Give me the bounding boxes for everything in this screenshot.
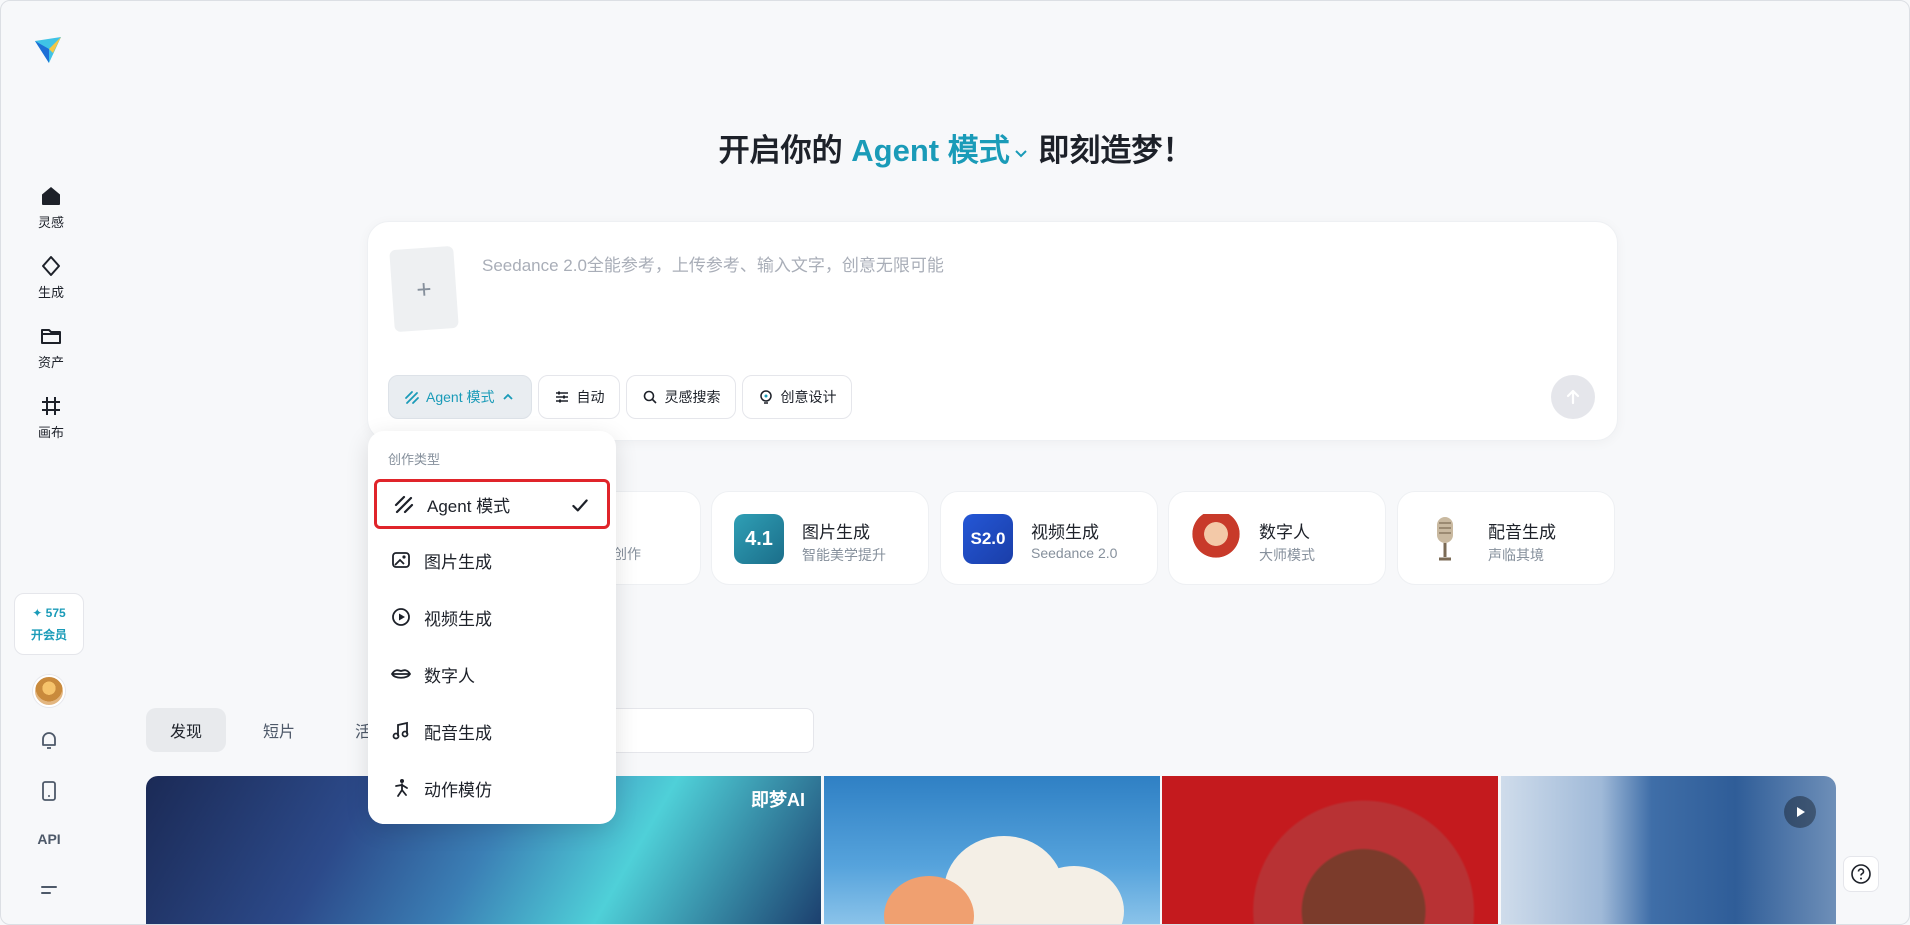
- feature-title: 视频生成: [1031, 523, 1099, 542]
- gallery-card[interactable]: [824, 776, 1160, 924]
- image-gen-icon: [392, 552, 410, 568]
- prompt-input[interactable]: [482, 246, 1582, 286]
- digital-human-thumb: [1191, 514, 1241, 564]
- mobile-icon[interactable]: [37, 779, 61, 803]
- diamond-icon: [42, 255, 60, 276]
- microphone-icon: [1437, 517, 1453, 561]
- tab-shorts[interactable]: 短片: [239, 708, 319, 752]
- dropdown-item-label: Agent 模式: [427, 496, 511, 516]
- microphone-thumb: [1420, 514, 1470, 564]
- feature-title: 数字人: [1259, 523, 1310, 542]
- feature-card-video-gen[interactable]: S2.0 视频生成 Seedance 2.0: [940, 491, 1158, 585]
- lips-icon: [391, 669, 411, 679]
- plus-icon: +: [415, 273, 433, 304]
- dropdown-item-label: 配音生成: [424, 723, 492, 743]
- search-spark-icon: [644, 390, 658, 404]
- app-logo-icon[interactable]: [31, 33, 67, 69]
- feature-title: 配音生成: [1488, 523, 1556, 542]
- feature-card-sub: 创作: [613, 546, 641, 562]
- video-gen-thumb: S2.0: [963, 514, 1013, 564]
- image-gen-thumb: 4.1: [734, 514, 784, 564]
- api-link[interactable]: API: [33, 831, 65, 847]
- sidebar-item-label: 灵感: [37, 214, 64, 230]
- inspiration-search-label: 灵感搜索: [664, 389, 721, 405]
- app-window: 灵感 生成 资产 画布 ✦ 575 开会员 API 开启你的 Agent 模式 …: [0, 0, 1910, 925]
- creative-design-button[interactable]: 创意设计: [742, 375, 853, 419]
- canvas-icon: [42, 396, 60, 415]
- idea-icon: [760, 390, 773, 404]
- brand-watermark: 即梦AI: [751, 790, 805, 810]
- dropdown-item-label: 数字人: [424, 666, 475, 686]
- sidebar-item-label: 生成: [37, 284, 64, 300]
- folder-icon: [41, 328, 61, 344]
- bell-icon[interactable]: [37, 728, 61, 752]
- agent-icon: [394, 495, 414, 514]
- dropdown-header: 创作类型: [388, 452, 441, 467]
- creation-type-dropdown: 创作类型 Agent 模式 图片生成 视频生成 数字人 配音生成 动作模仿: [368, 431, 616, 824]
- feature-subtitle: 智能美学提升: [802, 547, 886, 563]
- prompt-box: + Agent 模式 自动 灵感搜索 创意设计: [367, 221, 1618, 441]
- sliders-icon: [556, 391, 569, 403]
- dropdown-item-label: 视频生成: [424, 609, 492, 629]
- gallery-search-input[interactable]: [601, 708, 814, 753]
- checkmark-icon: [572, 499, 588, 512]
- video-gen-icon: [392, 608, 410, 626]
- feature-title: 图片生成: [802, 523, 870, 542]
- motion-icon: [395, 779, 408, 797]
- dropdown-item-image-gen[interactable]: 图片生成: [374, 535, 610, 585]
- sidebar-item-generate[interactable]: 生成: [21, 246, 81, 308]
- help-icon: [1851, 864, 1871, 884]
- arrow-up-icon: [1566, 389, 1580, 405]
- auto-button[interactable]: 自动: [538, 375, 621, 419]
- agent-mode-button[interactable]: Agent 模式: [388, 375, 533, 419]
- menu-icon[interactable]: [37, 878, 61, 902]
- page-title: 开启你的 Agent 模式 即刻造梦！: [1, 125, 1909, 170]
- mode-label: Agent 模式: [851, 133, 1010, 168]
- help-button[interactable]: [1843, 856, 1879, 892]
- video-gen-badge: S2.0: [970, 529, 1006, 548]
- sidebar-item-label: 画布: [37, 424, 64, 440]
- feature-card-dubbing[interactable]: 配音生成 声临其境: [1397, 491, 1615, 585]
- dropdown-item-digital-human[interactable]: 数字人: [374, 649, 610, 699]
- image-gen-badge: 4.1: [745, 527, 773, 550]
- membership-card[interactable]: ✦ 575 开会员: [14, 593, 84, 655]
- sidebar-item-inspiration[interactable]: 灵感: [21, 176, 81, 238]
- creative-design-label: 创意设计: [780, 389, 837, 405]
- prompt-toolbar: Agent 模式 自动 灵感搜索 创意设计: [388, 375, 853, 419]
- tab-discover[interactable]: 发现: [146, 708, 227, 752]
- agent-mode-label: Agent 模式: [426, 389, 495, 405]
- dropdown-item-agent-mode[interactable]: Agent 模式: [374, 479, 610, 529]
- chevron-down-icon: [1015, 150, 1027, 158]
- dropdown-item-label: 动作模仿: [424, 780, 492, 800]
- send-button[interactable]: [1551, 375, 1595, 419]
- play-icon[interactable]: [1784, 796, 1816, 828]
- dropdown-item-video-gen[interactable]: 视频生成: [374, 592, 610, 642]
- points-count: ✦ 575: [32, 605, 66, 620]
- gallery-card[interactable]: [1501, 776, 1836, 924]
- auto-label: 自动: [576, 389, 605, 405]
- agent-icon: [405, 391, 419, 404]
- music-note-icon: [392, 721, 409, 740]
- sidebar-item-label: 资产: [37, 354, 64, 370]
- feature-card-digital-human[interactable]: 数字人 大师模式: [1168, 491, 1386, 585]
- home-icon: [42, 186, 60, 205]
- dropdown-item-motion-mimic[interactable]: 动作模仿: [374, 763, 610, 813]
- chevron-up-icon: [503, 393, 514, 400]
- headline-prefix: 开启你的: [718, 133, 843, 168]
- sidebar-item-assets[interactable]: 资产: [21, 316, 81, 378]
- avatar[interactable]: [33, 675, 65, 707]
- dropdown-item-label: 图片生成: [424, 552, 492, 572]
- feature-subtitle: Seedance 2.0: [1031, 545, 1118, 561]
- gallery-card[interactable]: [1162, 776, 1498, 924]
- upload-reference-button[interactable]: +: [389, 245, 459, 333]
- feature-subtitle: 声临其境: [1488, 547, 1544, 563]
- dropdown-item-dubbing[interactable]: 配音生成: [374, 706, 610, 756]
- feature-card-image-gen[interactable]: 4.1 图片生成 智能美学提升: [711, 491, 929, 585]
- vip-button-label: 开会员: [30, 627, 67, 642]
- inspiration-search-button[interactable]: 灵感搜索: [626, 375, 737, 419]
- feature-subtitle: 大师模式: [1259, 547, 1315, 563]
- mode-switcher[interactable]: Agent 模式: [851, 133, 1029, 168]
- sidebar-item-canvas[interactable]: 画布: [21, 386, 81, 448]
- headline-suffix: 即刻造梦！: [1038, 133, 1194, 168]
